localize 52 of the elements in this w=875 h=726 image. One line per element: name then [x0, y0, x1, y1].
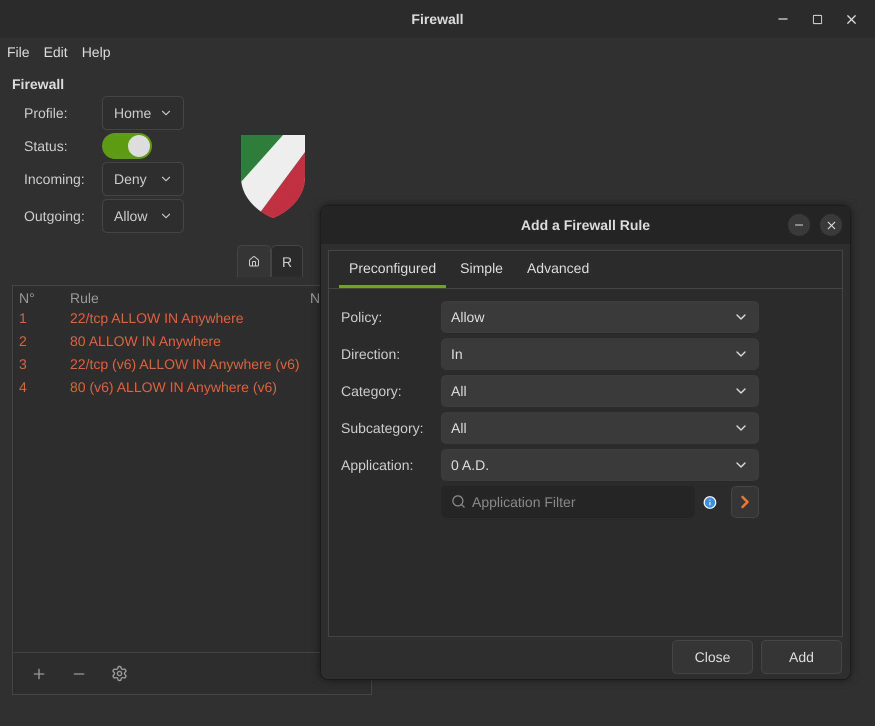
- close-button[interactable]: [820, 214, 842, 236]
- dropdown[interactable]: All: [441, 375, 759, 407]
- field-label: Direction:: [341, 346, 402, 362]
- setting-label: Status:: [24, 138, 69, 154]
- dropdown[interactable]: Allow: [102, 199, 184, 233]
- dropdown[interactable]: All: [441, 412, 759, 444]
- table-cell: 2: [19, 332, 27, 348]
- table-cell: 22/tcp (v6) ALLOW IN Anywhere (v6): [70, 356, 300, 372]
- setting-label: Incoming:: [24, 171, 86, 187]
- search-field[interactable]: Application Filter: [441, 486, 695, 518]
- dropdown[interactable]: 0 A.D.: [441, 449, 759, 481]
- tab[interactable]: Preconfigured: [339, 251, 446, 288]
- status-switch[interactable]: [102, 133, 152, 159]
- table-cell: 80 (v6) ALLOW IN Anywhere (v6): [70, 378, 277, 394]
- menu-item[interactable]: Help: [74, 42, 118, 62]
- table-cell: 4: [19, 378, 27, 394]
- tab[interactable]: Advanced: [516, 251, 600, 288]
- column-header: N: [310, 290, 322, 306]
- search-icon: [451, 494, 466, 509]
- window-title: Firewall: [411, 11, 464, 27]
- maximize-icon: [812, 14, 822, 24]
- section-heading: Firewall: [12, 76, 66, 92]
- next-button[interactable]: [730, 486, 759, 518]
- column-header: Rule: [70, 290, 100, 306]
- tab[interactable]: R: [271, 245, 304, 277]
- dialog-button[interactable]: Close: [672, 640, 753, 674]
- menu-item[interactable]: Edit: [36, 42, 75, 62]
- table-cell: 1: [19, 310, 27, 326]
- dropdown[interactable]: Deny: [102, 162, 184, 196]
- column-header: N°: [19, 290, 36, 306]
- home-tab[interactable]: [237, 245, 271, 277]
- dialog-title: Add a Firewall Rule: [520, 217, 650, 233]
- setting-label: Outgoing:: [24, 208, 86, 224]
- field-label: Category:: [341, 383, 403, 399]
- field-label: Subcategory:: [341, 420, 424, 436]
- table-cell: 80 ALLOW IN Anywhere: [70, 332, 221, 348]
- menu-item[interactable]: File: [0, 42, 37, 62]
- dropdown[interactable]: Allow: [441, 301, 759, 333]
- field-label: Policy:: [341, 309, 384, 325]
- close-icon: [824, 218, 838, 232]
- setting-label: Profile:: [24, 105, 69, 121]
- dropdown[interactable]: In: [441, 338, 759, 370]
- add-icon[interactable]: [31, 666, 47, 682]
- table-cell: 3: [19, 356, 27, 372]
- tab[interactable]: Simple: [450, 251, 513, 288]
- info-icon[interactable]: [703, 494, 717, 510]
- dropdown[interactable]: Home: [102, 96, 184, 130]
- settings-icon[interactable]: [111, 665, 128, 682]
- home-icon: [248, 254, 260, 269]
- table-cell: 22/tcp ALLOW IN Anywhere: [70, 310, 244, 326]
- field-label: Application:: [341, 457, 414, 473]
- dialog-button[interactable]: Add: [761, 640, 842, 674]
